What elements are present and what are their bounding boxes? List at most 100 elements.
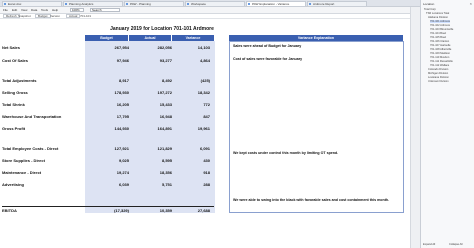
cell-budget[interactable]: 9,025: [89, 158, 129, 163]
cell-budget[interactable]: 127,921: [89, 146, 129, 151]
collapse-all-button[interactable]: Collapse All: [449, 243, 463, 246]
close-icon[interactable]: ×: [470, 1, 472, 6]
app-toolbar: File Edit View Data Tools Help 100% Sear…: [0, 7, 410, 14]
cell-budget[interactable]: 6,039: [89, 182, 129, 187]
cell-explanation[interactable]: Sales were ahead of Budget for January: [233, 44, 401, 49]
search-input[interactable]: Search: [90, 8, 120, 12]
row-label-gross-profit: Gross Profit: [2, 126, 26, 131]
filter-snapshot[interactable]: Snapshot: [18, 14, 31, 18]
tree-item[interactable]: Louisiana Division: [428, 76, 449, 79]
filter-budget[interactable]: Budget: [35, 14, 51, 18]
cell-budget[interactable]: (17,329): [89, 208, 129, 213]
tree-item[interactable]: 701-102 Ardmore: [430, 24, 450, 27]
browser-tab[interactable]: Excel.xlsx: [2, 1, 62, 6]
cell-actual[interactable]: 8,492: [132, 78, 172, 83]
cell-budget[interactable]: 8,917: [89, 78, 129, 83]
report-title: January 2019 for Location 701-101 Ardmor…: [110, 26, 214, 32]
browser-tab[interactable]: PAW - Planning: [124, 1, 184, 6]
cell-actual[interactable]: 18,356: [132, 170, 172, 175]
cell-budget[interactable]: 97,946: [89, 58, 129, 63]
tree-item[interactable]: Colorado Division: [428, 68, 448, 71]
cell-variance[interactable]: 288: [170, 182, 210, 187]
zoom-select[interactable]: 100%: [70, 8, 84, 12]
row-label-total-adjustments: Total Adjustments: [2, 78, 37, 83]
tree-item[interactable]: Total Corp: [424, 8, 436, 11]
cell-actual[interactable]: 10,359: [132, 208, 172, 213]
total-divider-line: [2, 206, 214, 207]
cell-explanation[interactable]: We kept costs under control this month b…: [233, 151, 401, 156]
menu-data[interactable]: Data: [31, 8, 37, 12]
browser-tab[interactable]: Ardmore Report: [307, 1, 367, 6]
cell-budget[interactable]: 17,795: [89, 114, 129, 119]
cell-actual[interactable]: 16,948: [132, 114, 172, 119]
cell-budget[interactable]: 19,274: [89, 170, 129, 175]
cell-variance[interactable]: 14,103: [170, 45, 210, 50]
row-label-employee-costs: Total Employee Costs - Direct: [2, 146, 59, 151]
cell-variance[interactable]: 6,091: [170, 146, 210, 151]
tree-item-selected[interactable]: 701-101 Ardmore: [430, 20, 451, 23]
tree-item[interactable]: 701-109 Madison: [430, 52, 450, 55]
menu-tools[interactable]: Tools: [41, 8, 48, 12]
cell-actual[interactable]: 93,277: [132, 58, 172, 63]
browser-tab-strip: Excel.xlsx Planning Analytics PAW - Plan…: [0, 0, 474, 7]
menu-file[interactable]: File: [3, 8, 8, 12]
browser-tab[interactable]: Workspace: [185, 1, 245, 6]
tab-favicon-icon: [126, 3, 128, 5]
filter-location[interactable]: 701-101: [80, 14, 91, 18]
panel-title: Location: [423, 2, 435, 6]
tree-item[interactable]: Alabama Division: [428, 16, 448, 19]
cell-actual[interactable]: 164,891: [132, 126, 172, 131]
row-label-maintenance: Maintenance - Direct: [2, 170, 42, 175]
menu-edit[interactable]: Edit: [12, 8, 17, 12]
cell-variance[interactable]: 918: [170, 170, 210, 175]
cell-actual[interactable]: 8,595: [132, 158, 172, 163]
tree-item[interactable]: 701-112 Wallace: [430, 64, 449, 67]
browser-tab[interactable]: Planning Analytics: [63, 1, 123, 6]
report-sheet: January 2019 for Location 701-101 Ardmor…: [0, 19, 410, 248]
tab-favicon-icon: [309, 3, 311, 5]
cell-variance[interactable]: 847: [170, 114, 210, 119]
cell-explanation[interactable]: Cost of sales were favorable for January: [233, 57, 401, 62]
tree-item[interactable]: 701-104 Boaz: [430, 32, 446, 35]
tree-item[interactable]: 701-108 Albertville: [430, 48, 451, 51]
row-label-selling-gross: Selling Gross: [2, 90, 28, 95]
cell-actual[interactable]: 197,272: [132, 90, 172, 95]
row-label-store-supplies: Store Supplies - Direct: [2, 158, 45, 163]
tree-item[interactable]: 701-111 Russellville: [430, 60, 453, 63]
expand-all-button[interactable]: Expand All: [423, 243, 435, 246]
cell-budget[interactable]: 267,954: [89, 45, 129, 50]
browser-tab-active[interactable]: PAW Explanation - Variance: [246, 1, 306, 6]
tree-item[interactable]: TSR Locations Total: [426, 12, 449, 15]
tree-item[interactable]: 701-107 Hartselle: [430, 44, 450, 47]
cell-budget[interactable]: 144,930: [89, 126, 129, 131]
tree-item[interactable]: 701-110 Moulton: [430, 56, 449, 59]
tree-item[interactable]: 701-105 Boaz: [430, 36, 446, 39]
cell-explanation[interactable]: We were able to swing into the black wit…: [233, 198, 401, 203]
cell-actual[interactable]: 282,056: [132, 45, 172, 50]
menu-view[interactable]: View: [21, 8, 27, 12]
cell-variance[interactable]: 18,342: [170, 90, 210, 95]
row-label-ebitda: EBITDA: [2, 208, 17, 213]
cell-actual[interactable]: 5,751: [132, 182, 172, 187]
tree-item[interactable]: Michigan Division: [428, 72, 448, 75]
cell-variance[interactable]: 27,688: [170, 208, 210, 213]
filter-version[interactable]: Version: [50, 14, 60, 18]
filter-actual[interactable]: Actual: [66, 14, 81, 18]
location-panel: Location × Total Corp TSR Locations Tota…: [420, 0, 474, 248]
row-label-warehouse-transportation: Warehouse And Transportation: [2, 114, 62, 119]
cell-budget[interactable]: 16,205: [89, 102, 129, 107]
cell-actual[interactable]: 15,433: [132, 102, 172, 107]
tab-favicon-icon: [4, 3, 6, 5]
tree-item[interactable]: Unknown Division: [428, 80, 449, 83]
row-label-net-sales: Net Sales: [2, 45, 21, 50]
menu-help[interactable]: Help: [52, 8, 58, 12]
cell-variance[interactable]: 19,961: [170, 126, 210, 131]
cell-budget[interactable]: 178,930: [89, 90, 129, 95]
tree-item[interactable]: 701-103 Blountsville: [430, 28, 453, 31]
tree-item[interactable]: 701-106 Clanton: [430, 40, 449, 43]
cell-actual[interactable]: 121,829: [132, 146, 172, 151]
cell-variance[interactable]: 772: [170, 102, 210, 107]
cell-variance[interactable]: (425): [170, 78, 210, 83]
cell-variance[interactable]: 4,864: [170, 58, 210, 63]
cell-variance[interactable]: 430: [170, 158, 210, 163]
